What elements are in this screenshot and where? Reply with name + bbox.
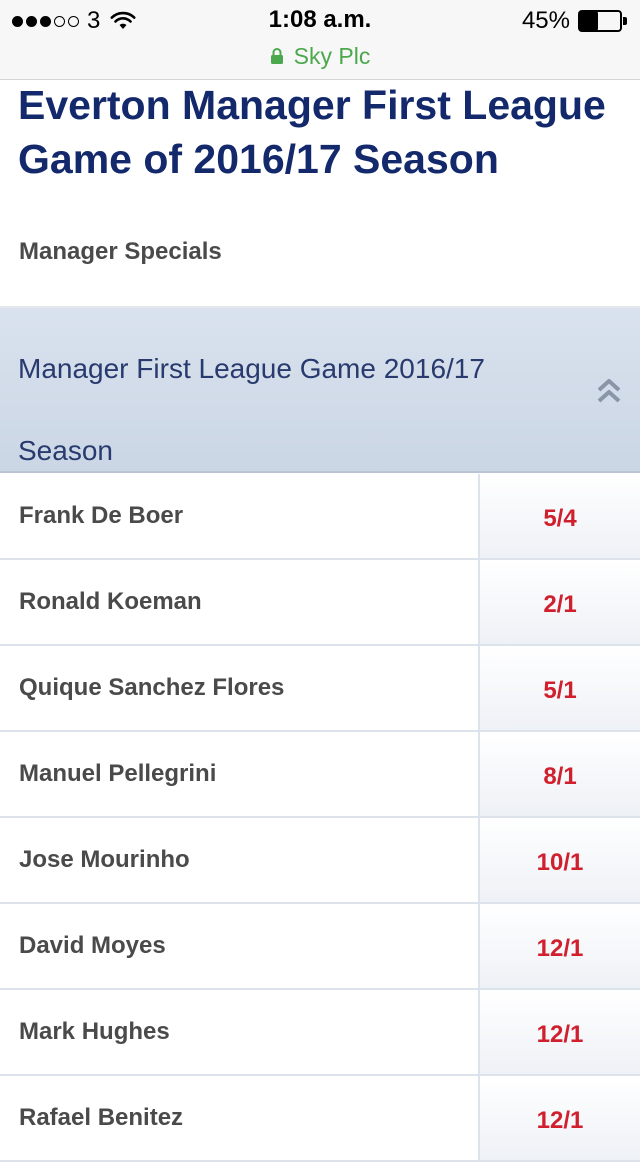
selection-name: David Moyes xyxy=(19,932,166,959)
selection-name: Quique Sanchez Flores xyxy=(19,674,285,701)
odds-button[interactable]: 12/1 xyxy=(478,904,640,988)
selection-row: Rafael Benitez 12/1 xyxy=(0,1076,640,1162)
battery-tip xyxy=(623,17,627,25)
selection-row: Frank De Boer 5/4 xyxy=(0,474,640,560)
selection-name: Frank De Boer xyxy=(19,502,184,529)
url-bar[interactable]: Sky Plc xyxy=(0,40,640,72)
selection-name: Mark Hughes xyxy=(19,1018,170,1045)
chevron-double-up-icon[interactable] xyxy=(596,378,622,404)
battery-icon xyxy=(578,10,628,32)
selection-row: Manuel Pellegrini 8/1 xyxy=(0,732,640,818)
site-name: Sky Plc xyxy=(293,42,371,69)
selection-row: Jose Mourinho 10/1 xyxy=(0,818,640,904)
lock-icon xyxy=(270,48,283,64)
odds-button[interactable]: 10/1 xyxy=(478,818,640,902)
status-right: 45% xyxy=(522,6,628,36)
market-header: Everton Manager First League Game of 201… xyxy=(0,80,640,308)
selection-name: Manuel Pellegrini xyxy=(19,760,217,787)
selection-name: Rafael Benitez xyxy=(19,1104,184,1131)
selection-row: Ronald Koeman 2/1 xyxy=(0,560,640,646)
selection-row: David Moyes 12/1 xyxy=(0,904,640,990)
selection-row: Quique Sanchez Flores 5/1 xyxy=(0,646,640,732)
market-title: Everton Manager First League Game of 201… xyxy=(18,82,606,182)
battery-fill xyxy=(580,12,598,30)
odds-button[interactable]: 2/1 xyxy=(478,560,640,644)
section-title: Manager First League Game 2016/17 Season xyxy=(18,353,485,466)
odds-button[interactable]: 8/1 xyxy=(478,732,640,816)
odds-button[interactable]: 5/1 xyxy=(478,646,640,730)
market-subtitle: Manager Specials xyxy=(19,238,222,265)
odds-button[interactable]: 12/1 xyxy=(478,990,640,1074)
selection-name: Ronald Koeman xyxy=(19,588,202,615)
section-header[interactable]: Manager First League Game 2016/17 Season xyxy=(0,308,640,473)
status-bar: 3 1:08 a.m. 45% Sky Plc xyxy=(0,0,640,80)
odds-button[interactable]: 12/1 xyxy=(478,1076,640,1160)
selections-list: Frank De Boer 5/4 Ronald Koeman 2/1 Quique S… xyxy=(0,474,640,1162)
selection-name: Jose Mourinho xyxy=(19,846,190,873)
battery-percent: 45% xyxy=(521,7,570,34)
selection-row: Mark Hughes 12/1 xyxy=(0,990,640,1076)
odds-button[interactable]: 5/4 xyxy=(478,474,640,558)
